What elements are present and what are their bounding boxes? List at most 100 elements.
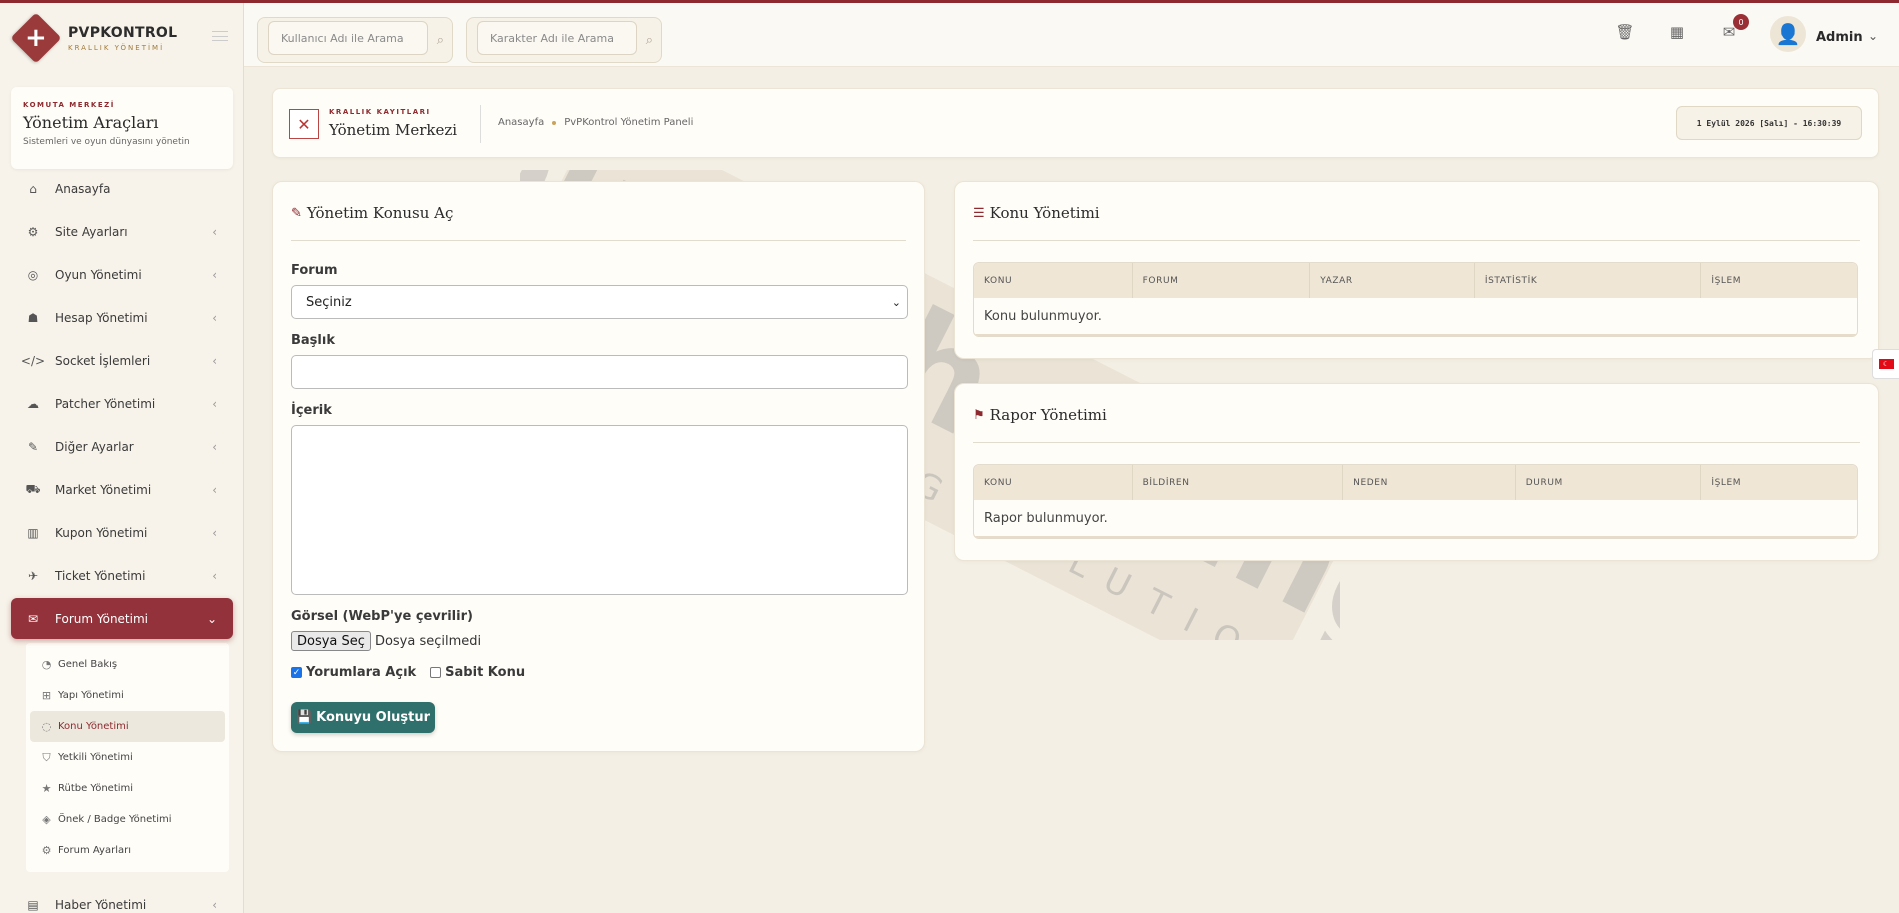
create-topic-card: ✎ Yönetim Konusu Aç Forum Seçiniz ⌄ Başl… <box>272 181 925 752</box>
topics-empty-message: Konu bulunmuyor. <box>974 298 1857 336</box>
calendar-icon[interactable]: ▦ <box>1667 23 1687 43</box>
close-icon[interactable]: ✕ <box>289 109 319 139</box>
character-search: Karakter Adı ile Arama ⌕ <box>466 17 662 63</box>
sidebar-item[interactable]: ⚙ Site Ayarları ‹ <box>11 211 233 252</box>
comments-open-label: Yorumlara Açık <box>306 665 417 680</box>
comments-open-option[interactable]: ✓ Yorumlara Açık <box>291 665 416 680</box>
search-icon[interactable]: ⌕ <box>646 33 653 48</box>
submenu-item[interactable]: ◔ Genel Bakış <box>30 649 225 680</box>
submenu-item-label: Genel Bakış <box>58 659 118 670</box>
sidebar-item[interactable]: ⛟ Market Yönetimi ‹ <box>11 469 233 510</box>
report-management-card: ⚑ Rapor Yönetimi KONU BİLDİREN NEDEN DUR… <box>954 383 1879 561</box>
sidebar-item[interactable]: ✈ Ticket Yönetimi ‹ <box>11 555 233 596</box>
column-header[interactable]: KONU <box>974 465 1133 500</box>
sidebar-item-label: Socket İşlemleri <box>55 353 151 368</box>
sidebar-item[interactable]: ✎ Diğer Ayarlar ‹ <box>11 426 233 467</box>
brand-tagline: KRALLIK YÖNETİMİ <box>68 43 165 52</box>
sidebar-item[interactable]: ◎ Oyun Yönetimi ‹ <box>11 254 233 295</box>
column-header[interactable]: İŞLEM <box>1701 263 1857 298</box>
submenu-item[interactable]: ⛉ Yetkili Yönetimi <box>30 742 225 773</box>
sticky-option[interactable]: Sabit Konu <box>430 665 525 680</box>
content-label: İçerik <box>291 403 332 418</box>
sidebar-item[interactable]: ☗ Hesap Yönetimi ‹ <box>11 297 233 338</box>
chevron-left-icon: ‹ <box>212 439 217 454</box>
search-icon[interactable]: ⌕ <box>437 33 444 48</box>
comments-open-checkbox[interactable]: ✓ <box>291 667 302 678</box>
submenu-item[interactable]: ⊞ Yapı Yönetimi <box>30 680 225 711</box>
wrench-icon: ✎ <box>27 439 39 454</box>
sidebar-item-label: Patcher Yönetimi <box>55 396 156 411</box>
sidebar-info-card: KOMUTA MERKEZİ Yönetim Araçları Sistemle… <box>11 87 233 169</box>
submenu-item[interactable]: ⚙ Forum Ayarları <box>30 835 225 866</box>
column-header[interactable]: YAZAR <box>1310 263 1475 298</box>
topic-management-card: ☰ Konu Yönetimi KONU FORUM YAZAR İSTATİS… <box>954 181 1879 359</box>
breadcrumb-home[interactable]: Anasayfa <box>498 117 544 128</box>
content-textarea[interactable] <box>291 425 908 595</box>
submenu-item-label: Yetkili Yönetimi <box>58 752 133 763</box>
sidebar-item[interactable]: </> Socket İşlemleri ‹ <box>11 340 233 381</box>
sidebar-item-label: Forum Yönetimi <box>55 611 148 626</box>
chevron-down-icon: ⌄ <box>891 295 901 309</box>
column-header[interactable]: KONU <box>974 263 1133 298</box>
sidebar-card-title: Yönetim Araçları <box>23 113 159 132</box>
column-header[interactable]: FORUM <box>1133 263 1311 298</box>
sidebar-item[interactable]: ✉ Forum Yönetimi ⌄ <box>11 598 233 639</box>
column-header[interactable]: DURUM <box>1516 465 1702 500</box>
column-header[interactable]: İSTATİSTİK <box>1475 263 1702 298</box>
sticky-label: Sabit Konu <box>445 665 526 680</box>
sitemap-icon: ⊞ <box>41 689 52 702</box>
tags-icon: ◈ <box>42 813 51 826</box>
column-header[interactable]: BİLDİREN <box>1133 465 1344 500</box>
page-title: Yönetim Merkezi <box>329 121 458 139</box>
user-name[interactable]: Admin <box>1816 30 1863 45</box>
file-upload: Dosya Seç Dosya seçilmedi <box>291 631 481 651</box>
sticky-checkbox[interactable] <box>430 667 442 678</box>
avatar[interactable]: 👤 <box>1770 16 1806 52</box>
home-icon: ⌂ <box>29 181 37 196</box>
sidebar-item-label: Oyun Yönetimi <box>55 267 142 282</box>
sidebar-item[interactable]: ☁ Patcher Yönetimi ‹ <box>11 383 233 424</box>
submenu-item[interactable]: ◈ Önek / Badge Yönetimi <box>30 804 225 835</box>
sidebar-item-label: Site Ayarları <box>55 224 128 239</box>
chevron-down-icon[interactable]: ⌄ <box>1868 29 1878 43</box>
sidebar-item[interactable]: ▤ Haber Yönetimi ‹ <box>11 884 233 913</box>
submenu-item[interactable]: ◌ Konu Yönetimi <box>30 711 225 742</box>
brand-logo[interactable]: + PVPKONTROL KRALLIK YÖNETİMİ <box>10 12 177 64</box>
submenu-item[interactable]: ★ Rütbe Yönetimi <box>30 773 225 804</box>
sidebar-item-label: Anasayfa <box>55 181 111 196</box>
star-icon: ★ <box>41 782 52 795</box>
sidebar-item[interactable]: ⌂ Anasayfa <box>11 168 233 209</box>
barcode-icon: ▥ <box>27 525 39 540</box>
submenu-item-label: Konu Yönetimi <box>58 721 129 732</box>
report-management-title: ⚑ Rapor Yönetimi <box>973 406 1107 424</box>
file-select-button[interactable]: Dosya Seç <box>291 631 371 651</box>
forum-select-value: Seçiniz <box>306 294 352 310</box>
chevron-left-icon: ‹ <box>212 396 217 411</box>
turkey-flag-icon: ☾ <box>1878 359 1894 369</box>
trash-icon[interactable]: 🗑 <box>1615 23 1635 43</box>
create-topic-button-label: Konuyu Oluştur <box>316 710 431 725</box>
file-status: Dosya seçilmedi <box>374 633 482 649</box>
forum-label: Forum <box>291 263 338 278</box>
topics-table: KONU FORUM YAZAR İSTATİSTİK İŞLEM Konu b… <box>973 262 1858 337</box>
submenu-item-label: Rütbe Yönetimi <box>58 783 134 794</box>
chevron-left-icon: ‹ <box>212 267 217 282</box>
forum-select[interactable]: Seçiniz ⌄ <box>291 285 908 319</box>
sidebar-toggle-icon[interactable] <box>212 31 228 41</box>
breadcrumb: Anasayfa PvPKontrol Yönetim Paneli <box>498 117 693 128</box>
title-input[interactable] <box>291 355 908 389</box>
submenu-item-label: Yapı Yönetimi <box>58 690 124 701</box>
character-search-input[interactable]: Karakter Adı ile Arama <box>477 21 637 55</box>
create-topic-button[interactable]: 💾 Konuyu Oluştur <box>291 702 435 733</box>
sidebar-item-label: Kupon Yönetimi <box>55 525 148 540</box>
sidebar-item[interactable]: ▥ Kupon Yönetimi ‹ <box>11 512 233 553</box>
reports-empty-message: Rapor bulunmuyor. <box>974 500 1857 538</box>
language-selector[interactable]: ☾ <box>1872 349 1899 379</box>
column-header[interactable]: İŞLEM <box>1701 465 1857 500</box>
datetime-display: 1 Eylül 2026 [Salı] - 16:30:39 <box>1676 106 1862 140</box>
sidebar-item-label: Ticket Yönetimi <box>55 568 146 583</box>
chevron-down-icon: ⌄ <box>206 611 217 626</box>
column-header[interactable]: NEDEN <box>1343 465 1516 500</box>
user-search-input[interactable]: Kullanıcı Adı ile Arama <box>268 21 428 55</box>
